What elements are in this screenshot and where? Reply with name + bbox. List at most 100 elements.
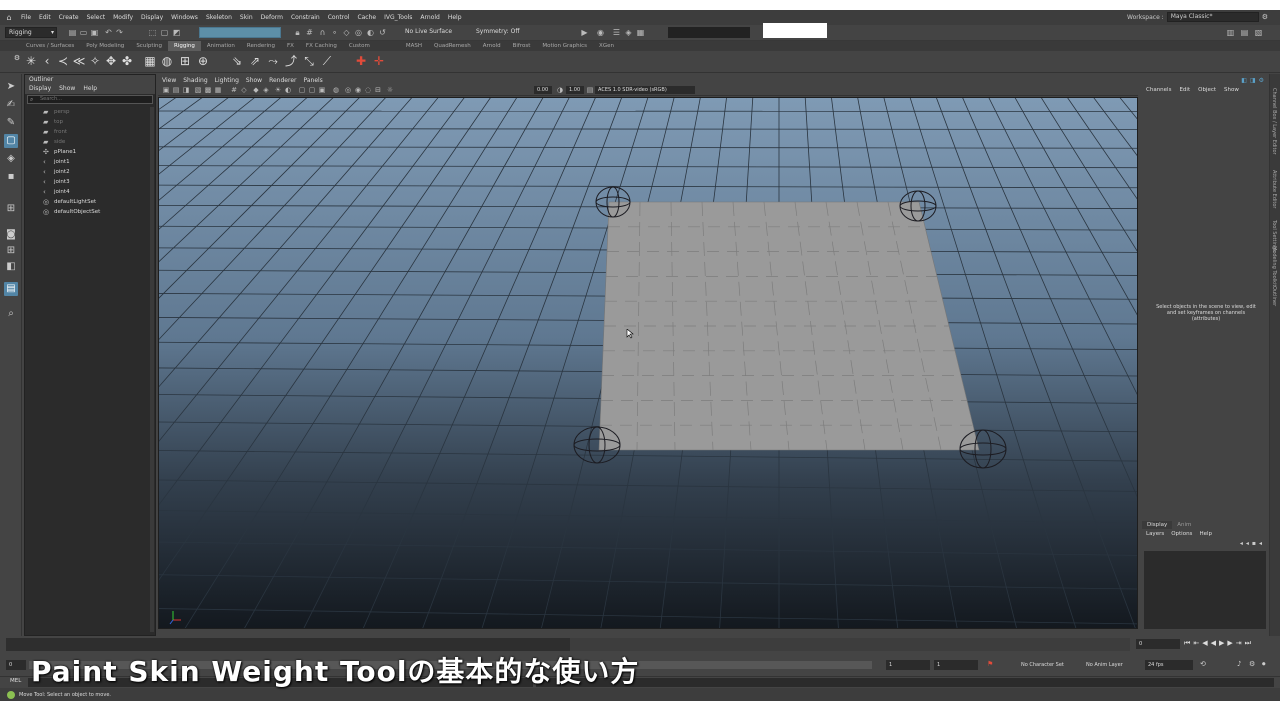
- channel-menu-show[interactable]: Show: [1224, 87, 1239, 93]
- isolate-icon[interactable]: ▣: [318, 86, 326, 94]
- step-forward-key-icon[interactable]: ⇥: [1236, 639, 1242, 648]
- anim-start-field[interactable]: 0: [6, 660, 26, 670]
- single-perspective-icon[interactable]: ◙: [4, 228, 18, 242]
- shelf-tab-xgen[interactable]: XGen: [593, 41, 620, 51]
- textured-icon[interactable]: ◈: [262, 86, 270, 94]
- cluster-icon[interactable]: ⊕: [196, 54, 210, 68]
- range-end-field[interactable]: 1: [934, 660, 978, 670]
- four-view-icon[interactable]: ⊞: [4, 244, 18, 258]
- create-joint-icon[interactable]: ✳: [24, 54, 38, 68]
- save-scene-icon[interactable]: ▣: [90, 28, 99, 37]
- sound-icon[interactable]: ♪: [1237, 660, 1241, 668]
- go-to-end-icon[interactable]: ⏭: [1245, 639, 1251, 648]
- xray-joints-icon[interactable]: ▢: [308, 86, 316, 94]
- smooth-shade-icon[interactable]: ◆: [252, 86, 260, 94]
- redo-icon[interactable]: ↷: [115, 28, 124, 37]
- menu-constrain[interactable]: Constrain: [287, 14, 324, 21]
- menu-file[interactable]: File: [17, 14, 35, 21]
- shadows-icon[interactable]: ◐: [284, 86, 292, 94]
- ambient-occlusion-icon[interactable]: ◍: [332, 86, 340, 94]
- viewport-menu-show[interactable]: Show: [246, 76, 262, 85]
- outliner-row[interactable]: ◎ defaultLightSet: [25, 197, 155, 207]
- lasso-tool-icon[interactable]: ✍: [4, 98, 18, 112]
- pole-vector-icon[interactable]: ⟋: [320, 54, 334, 68]
- preferences-icon[interactable]: ⚙: [1249, 660, 1255, 668]
- shelf-tab-quadremesh[interactable]: QuadRemesh: [428, 41, 477, 51]
- fps-dropdown[interactable]: 24 fps: [1145, 660, 1193, 670]
- snap-grid-icon[interactable]: #: [305, 28, 314, 37]
- paint-select-icon[interactable]: ✎: [4, 116, 18, 130]
- shelf-tab-motion-graphics[interactable]: Motion Graphics: [536, 41, 593, 51]
- channel-menu-object[interactable]: Object: [1198, 87, 1216, 93]
- snap-surface-icon[interactable]: ◎: [354, 28, 363, 37]
- gamma-field[interactable]: 1.00: [566, 86, 584, 94]
- outliner-row[interactable]: ‹ joint3: [25, 177, 155, 187]
- render-icon[interactable]: ▶: [580, 28, 589, 37]
- snap-curve-icon[interactable]: ∩: [318, 28, 327, 37]
- add-locator-icon[interactable]: ✚: [354, 54, 368, 68]
- select-object-icon[interactable]: ▢: [160, 28, 169, 37]
- range-start-field[interactable]: 1: [886, 660, 930, 670]
- layer-icon[interactable]: ◨: [1250, 77, 1256, 84]
- current-frame-field[interactable]: 0: [1136, 639, 1180, 649]
- outliner-menu-show[interactable]: Show: [59, 84, 75, 94]
- smooth-bind-icon[interactable]: ◍: [160, 54, 174, 68]
- shelf-tab-rigging[interactable]: Rigging: [168, 41, 201, 51]
- shelf-tab-sculpting[interactable]: Sculpting: [130, 41, 168, 51]
- anim-layer-dropdown[interactable]: No Anim Layer: [1086, 662, 1123, 668]
- channel-menu-edit[interactable]: Edit: [1179, 87, 1190, 93]
- side-tab-channel-box[interactable]: Channel Box / Layer Editor: [1271, 88, 1277, 155]
- menu-cache[interactable]: Cache: [353, 14, 380, 21]
- input-line-field[interactable]: [668, 27, 750, 38]
- shelf-tab-fx-caching[interactable]: FX Caching: [300, 41, 343, 51]
- side-tab-attribute-editor[interactable]: Attribute Editor: [1271, 170, 1277, 208]
- lights-icon[interactable]: ☀: [274, 86, 282, 94]
- home-icon[interactable]: ⌂: [3, 12, 15, 24]
- snap-point-icon[interactable]: ∘: [330, 28, 339, 37]
- view-transform-dropdown[interactable]: ACES 1.0 SDR-video (sRGB): [595, 86, 695, 94]
- snap-view-icon[interactable]: ◇: [342, 28, 351, 37]
- time-slider-track-right[interactable]: [570, 638, 1130, 651]
- color-management-icon[interactable]: ▤: [586, 86, 594, 94]
- mel-label[interactable]: MEL: [10, 678, 21, 684]
- snap-layout-icon[interactable]: ⊞: [4, 202, 18, 216]
- aim-constraint-icon[interactable]: ⇗: [248, 54, 262, 68]
- new-empty-layer-icon[interactable]: ▪: [1252, 540, 1256, 547]
- outliner-row[interactable]: ✣ pPlane1: [25, 147, 155, 157]
- move-tool-icon[interactable]: ▢: [4, 134, 18, 148]
- move-layer-up-icon[interactable]: ◂: [1240, 540, 1243, 547]
- settings-icon[interactable]: ⚙: [1262, 13, 1268, 21]
- workspace-dropdown[interactable]: Maya Classic*: [1166, 12, 1259, 22]
- hypershade-icon[interactable]: ◈: [624, 28, 633, 37]
- viewport-menu-view[interactable]: View: [162, 76, 176, 85]
- side-tab-modeling-toolkit[interactable]: Modeling Toolkit: [1271, 246, 1277, 286]
- layout-icon[interactable]: ▥: [1226, 28, 1235, 37]
- side-tab-outliner[interactable]: Outliner: [1271, 286, 1277, 306]
- exposure-field[interactable]: 0.00: [534, 86, 552, 94]
- menu-ivg-tools[interactable]: IVG_Tools: [380, 14, 416, 21]
- menu-arnold[interactable]: Arnold: [416, 14, 443, 21]
- outliner-row[interactable]: ▰ top: [25, 117, 155, 127]
- select-component-icon[interactable]: ◩: [172, 28, 181, 37]
- shelf-tab-curves-surfaces[interactable]: Curves / Surfaces: [20, 41, 80, 51]
- shelf-tab-rendering[interactable]: Rendering: [241, 41, 281, 51]
- scale-constraint-icon[interactable]: ⤡: [302, 54, 316, 68]
- step-forward-frame-icon[interactable]: ▶: [1227, 639, 1232, 648]
- character-set-dropdown[interactable]: No Character Set: [1021, 662, 1064, 668]
- open-scene-icon[interactable]: ▭: [79, 28, 88, 37]
- bookmark-icon[interactable]: ◨: [182, 86, 190, 94]
- perspective-viewport[interactable]: [158, 97, 1138, 629]
- tab-anim[interactable]: Anim: [1172, 521, 1196, 529]
- scale-tool-icon[interactable]: ▪: [4, 170, 18, 184]
- outliner-row[interactable]: ‹ joint4: [25, 187, 155, 197]
- menu-deform[interactable]: Deform: [257, 14, 287, 21]
- outliner-search-input[interactable]: ⌕ Search...: [27, 95, 153, 104]
- anti-alias-icon[interactable]: ◉: [354, 86, 362, 94]
- outliner-row[interactable]: ‹ joint2: [25, 167, 155, 177]
- play-forwards-icon[interactable]: ▶: [1219, 639, 1224, 648]
- menu-control[interactable]: Control: [324, 14, 354, 21]
- xray-icon[interactable]: ▢: [298, 86, 306, 94]
- outliner-row[interactable]: ‹ joint1: [25, 157, 155, 167]
- ik-spline-icon[interactable]: ≺: [56, 54, 70, 68]
- shelf-tab-animation[interactable]: Animation: [201, 41, 241, 51]
